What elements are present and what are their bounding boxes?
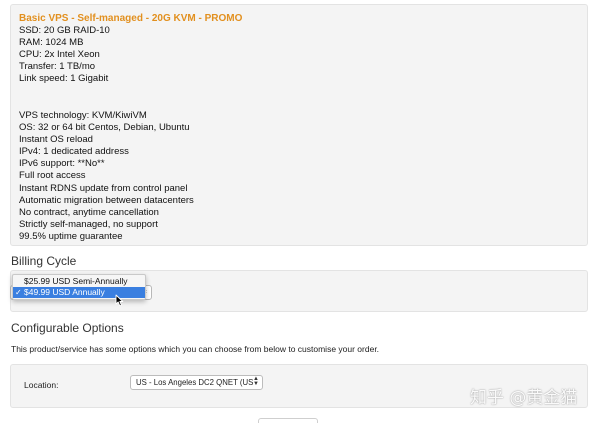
product-feature-list: VPS technology: KVM/KiwiVM OS: 32 or 64 … [19,110,194,243]
billing-cycle-heading: Billing Cycle [11,254,77,268]
spec-item: RAM: 1024 MB [19,37,84,49]
feature-item: Full root access [19,170,86,182]
billing-cycle-dropdown[interactable]: $25.99 USD Semi-Annually ✓ $49.99 USD An… [12,274,146,300]
feature-item: Instant RDNS update from control panel [19,182,188,194]
feature-item: Instant OS reload [19,134,93,146]
spec-item: CPU: 2x Intel Xeon [19,49,100,61]
feature-item: OS: 32 or 64 bit Centos, Debian, Ubuntu [19,122,190,134]
order-page: Basic VPS - Self-managed - 20G KVM - PRO… [0,0,600,423]
product-details-panel: Basic VPS - Self-managed - 20G KVM - PRO… [10,4,588,246]
feature-item: VPS technology: KVM/KiwiVM [19,110,147,121]
location-selected-value: US - Los Angeles DC2 QNET (USA) [136,378,253,387]
option-label: $49.99 USD Annually [24,287,105,297]
watermark-text: 知乎 @黄金猫 [470,388,578,408]
location-label: Location: [24,380,59,390]
billing-option-semi-annual[interactable]: $25.99 USD Semi-Annually [13,276,145,287]
mouse-pointer-icon [115,294,124,307]
billing-option-annual[interactable]: ✓ $49.99 USD Annually [13,287,145,298]
feature-item: Automatic migration between datacenters [19,194,194,206]
configurable-options-heading: Configurable Options [11,321,124,335]
spec-item: Link speed: 1 Gigabit [19,73,109,85]
configurable-options-description: This product/service has some options wh… [11,344,380,354]
feature-item: No contract, anytime cancellation [19,206,159,218]
spec-item: Transfer: 1 TB/mo [19,61,96,73]
option-label: $25.99 USD Semi-Annually [24,276,128,286]
spec-item: SSD: 20 GB RAID-10 [19,25,110,36]
product-title: Basic VPS - Self-managed - 20G KVM - PRO… [19,13,243,24]
feature-item: IPv6 support: **No** [19,158,105,170]
feature-item: IPv4: 1 dedicated address [19,146,129,158]
updown-chevron-icon: ▲▼ [253,376,259,387]
checkmark-icon: ✓ [15,288,22,297]
location-select[interactable]: US - Los Angeles DC2 QNET (USA) ▲ ▼ [130,375,263,390]
feature-item: Strictly self-managed, no support [19,218,158,230]
continue-button[interactable] [258,418,318,423]
product-spec-list: SSD: 20 GB RAID-10 RAM: 1024 MB CPU: 2x … [19,25,110,85]
feature-item: 99.5% uptime guarantee [19,230,123,242]
